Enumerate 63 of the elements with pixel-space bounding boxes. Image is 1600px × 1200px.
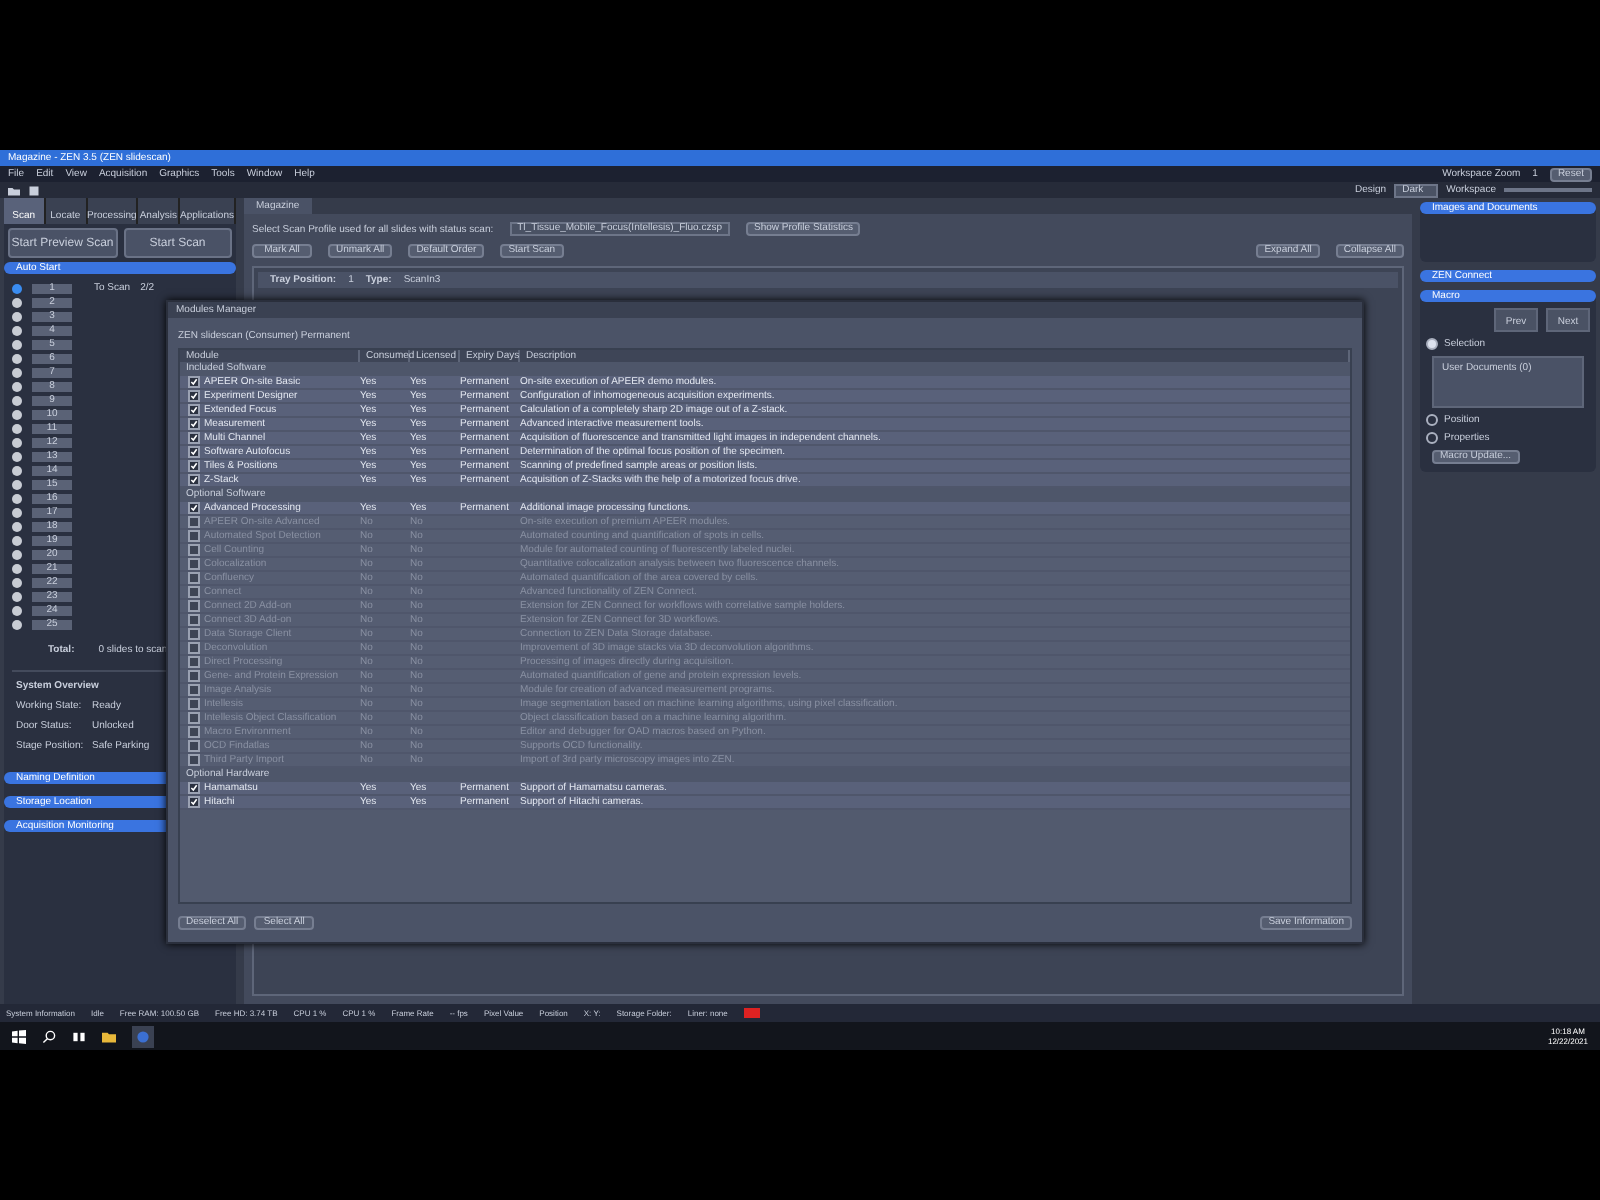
module-checkbox[interactable]	[188, 782, 200, 794]
slot-indicator[interactable]	[12, 535, 22, 545]
slot-indicator[interactable]	[12, 577, 22, 587]
module-checkbox[interactable]	[188, 698, 200, 710]
module-checkbox[interactable]	[188, 558, 200, 570]
search-icon[interactable]	[42, 1029, 56, 1043]
module-checkbox[interactable]	[188, 796, 200, 808]
slot-indicator[interactable]	[12, 409, 22, 419]
module-checkbox[interactable]	[188, 376, 200, 388]
slot-indicator[interactable]	[12, 451, 22, 461]
slot-indicator[interactable]	[12, 563, 22, 573]
module-checkbox[interactable]	[188, 516, 200, 528]
slot-indicator[interactable]	[12, 311, 22, 321]
module-checkbox[interactable]	[188, 404, 200, 416]
slot-indicator[interactable]	[12, 325, 22, 335]
module-checkbox[interactable]	[188, 474, 200, 486]
slot-indicator[interactable]	[12, 381, 22, 391]
slot-indicator[interactable]	[12, 479, 22, 489]
module-checkbox[interactable]	[188, 642, 200, 654]
slot-indicator[interactable]	[12, 283, 22, 293]
module-checkbox[interactable]	[188, 754, 200, 766]
module-checkbox[interactable]	[188, 712, 200, 724]
slot-indicator[interactable]	[12, 423, 22, 433]
module-checkbox[interactable]	[188, 502, 200, 514]
module-checkbox[interactable]	[188, 446, 200, 458]
windows-start-icon[interactable]	[12, 1029, 26, 1043]
module-checkbox[interactable]	[188, 684, 200, 696]
folder-icon[interactable]	[102, 1029, 116, 1043]
module-checkbox[interactable]	[188, 628, 200, 640]
slot-indicator[interactable]	[12, 395, 22, 405]
module-checkbox[interactable]	[188, 656, 200, 668]
module-checkbox[interactable]	[188, 614, 200, 626]
module-checkbox[interactable]	[188, 418, 200, 430]
module-checkbox[interactable]	[188, 530, 200, 542]
radio-button[interactable]	[1426, 338, 1438, 350]
module-checkbox[interactable]	[188, 740, 200, 752]
slot-indicator[interactable]	[12, 605, 22, 615]
task-view-icon[interactable]	[72, 1029, 86, 1043]
slot-indicator[interactable]	[12, 367, 22, 377]
module-checkbox[interactable]	[188, 432, 200, 444]
slot-indicator[interactable]	[12, 493, 22, 503]
module-checkbox[interactable]	[188, 544, 200, 556]
slot-indicator[interactable]	[12, 507, 22, 517]
radio-button[interactable]	[1426, 414, 1438, 426]
slot-indicator[interactable]	[12, 549, 22, 559]
module-checkbox[interactable]	[188, 460, 200, 472]
module-checkbox[interactable]	[188, 586, 200, 598]
slot-indicator[interactable]	[12, 465, 22, 475]
slot-indicator[interactable]	[12, 353, 22, 363]
slot-indicator[interactable]	[12, 297, 22, 307]
module-checkbox[interactable]	[188, 390, 200, 402]
slot-indicator[interactable]	[12, 437, 22, 447]
warning-indicator-icon	[743, 1008, 760, 1018]
slot-indicator[interactable]	[12, 619, 22, 629]
app-icon[interactable]	[132, 1025, 154, 1047]
slot-indicator[interactable]	[12, 521, 22, 531]
slot-indicator[interactable]	[12, 339, 22, 349]
module-checkbox[interactable]	[188, 726, 200, 738]
slot-indicator[interactable]	[12, 591, 22, 601]
radio-button[interactable]	[1426, 432, 1438, 444]
module-checkbox[interactable]	[188, 670, 200, 682]
module-checkbox[interactable]	[188, 572, 200, 584]
module-checkbox[interactable]	[188, 600, 200, 612]
